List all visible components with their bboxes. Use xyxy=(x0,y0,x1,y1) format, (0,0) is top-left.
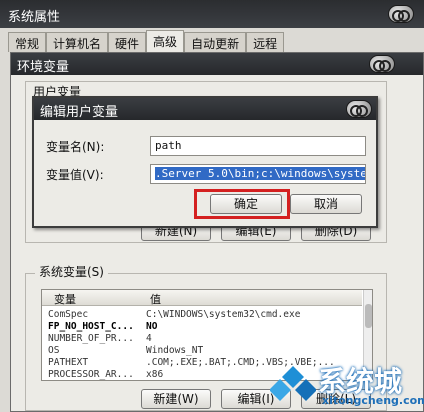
variable-value-text: .Server 5.0\bin;c:\windows\system32 xyxy=(155,167,365,180)
tab-general[interactable]: 常规 xyxy=(8,32,47,52)
column-header-value[interactable]: 值 xyxy=(150,291,161,307)
highlight-box xyxy=(194,189,290,219)
tab-bar: 常规 计算机名 硬件 高级 自动更新 远程 xyxy=(8,30,285,52)
watermark-url: xitongcheng.com xyxy=(322,394,424,407)
scrollbar-thumb[interactable] xyxy=(365,304,372,328)
system-new-button[interactable]: 新建(W) xyxy=(141,389,211,409)
window-control-icon[interactable] xyxy=(346,100,372,118)
variable-value-label: 变量值(V): xyxy=(46,168,104,182)
cancel-button[interactable]: 取消 xyxy=(290,194,362,214)
tab-remote[interactable]: 远程 xyxy=(246,32,285,52)
window-title: 系统属性 xyxy=(0,0,424,28)
column-header-name[interactable]: 变量 xyxy=(54,291,76,307)
variable-name-field[interactable]: path xyxy=(150,136,366,156)
dialog-title: 编辑用户变量 xyxy=(34,98,376,120)
logo-icon xyxy=(270,366,316,401)
window-control-icon[interactable] xyxy=(369,55,395,73)
variable-name-label: 变量名(N): xyxy=(46,140,105,154)
window-control-icon[interactable] xyxy=(388,5,414,23)
variable-value-field[interactable]: .Server 5.0\bin;c:\windows\system32 xyxy=(150,164,366,184)
system-properties-window: 系统属性 常规 计算机名 硬件 高级 自动更新 远程 环境变量 用户变量 新建(… xyxy=(0,0,424,412)
tab-advanced[interactable]: 高级 xyxy=(146,30,185,52)
tab-automatic-updates[interactable]: 自动更新 xyxy=(184,32,247,52)
dialog-title: 环境变量 xyxy=(11,53,423,75)
system-variables-label: 系统变量(S) xyxy=(35,263,108,280)
tab-hardware[interactable]: 硬件 xyxy=(108,32,147,52)
watermark: 系统城 xitongcheng.com xyxy=(268,356,424,412)
list-header: 变量 值 xyxy=(42,290,362,306)
variable-name-cell: PROCESSOR_AR... xyxy=(48,369,134,380)
tab-computer-name[interactable]: 计算机名 xyxy=(46,32,109,52)
